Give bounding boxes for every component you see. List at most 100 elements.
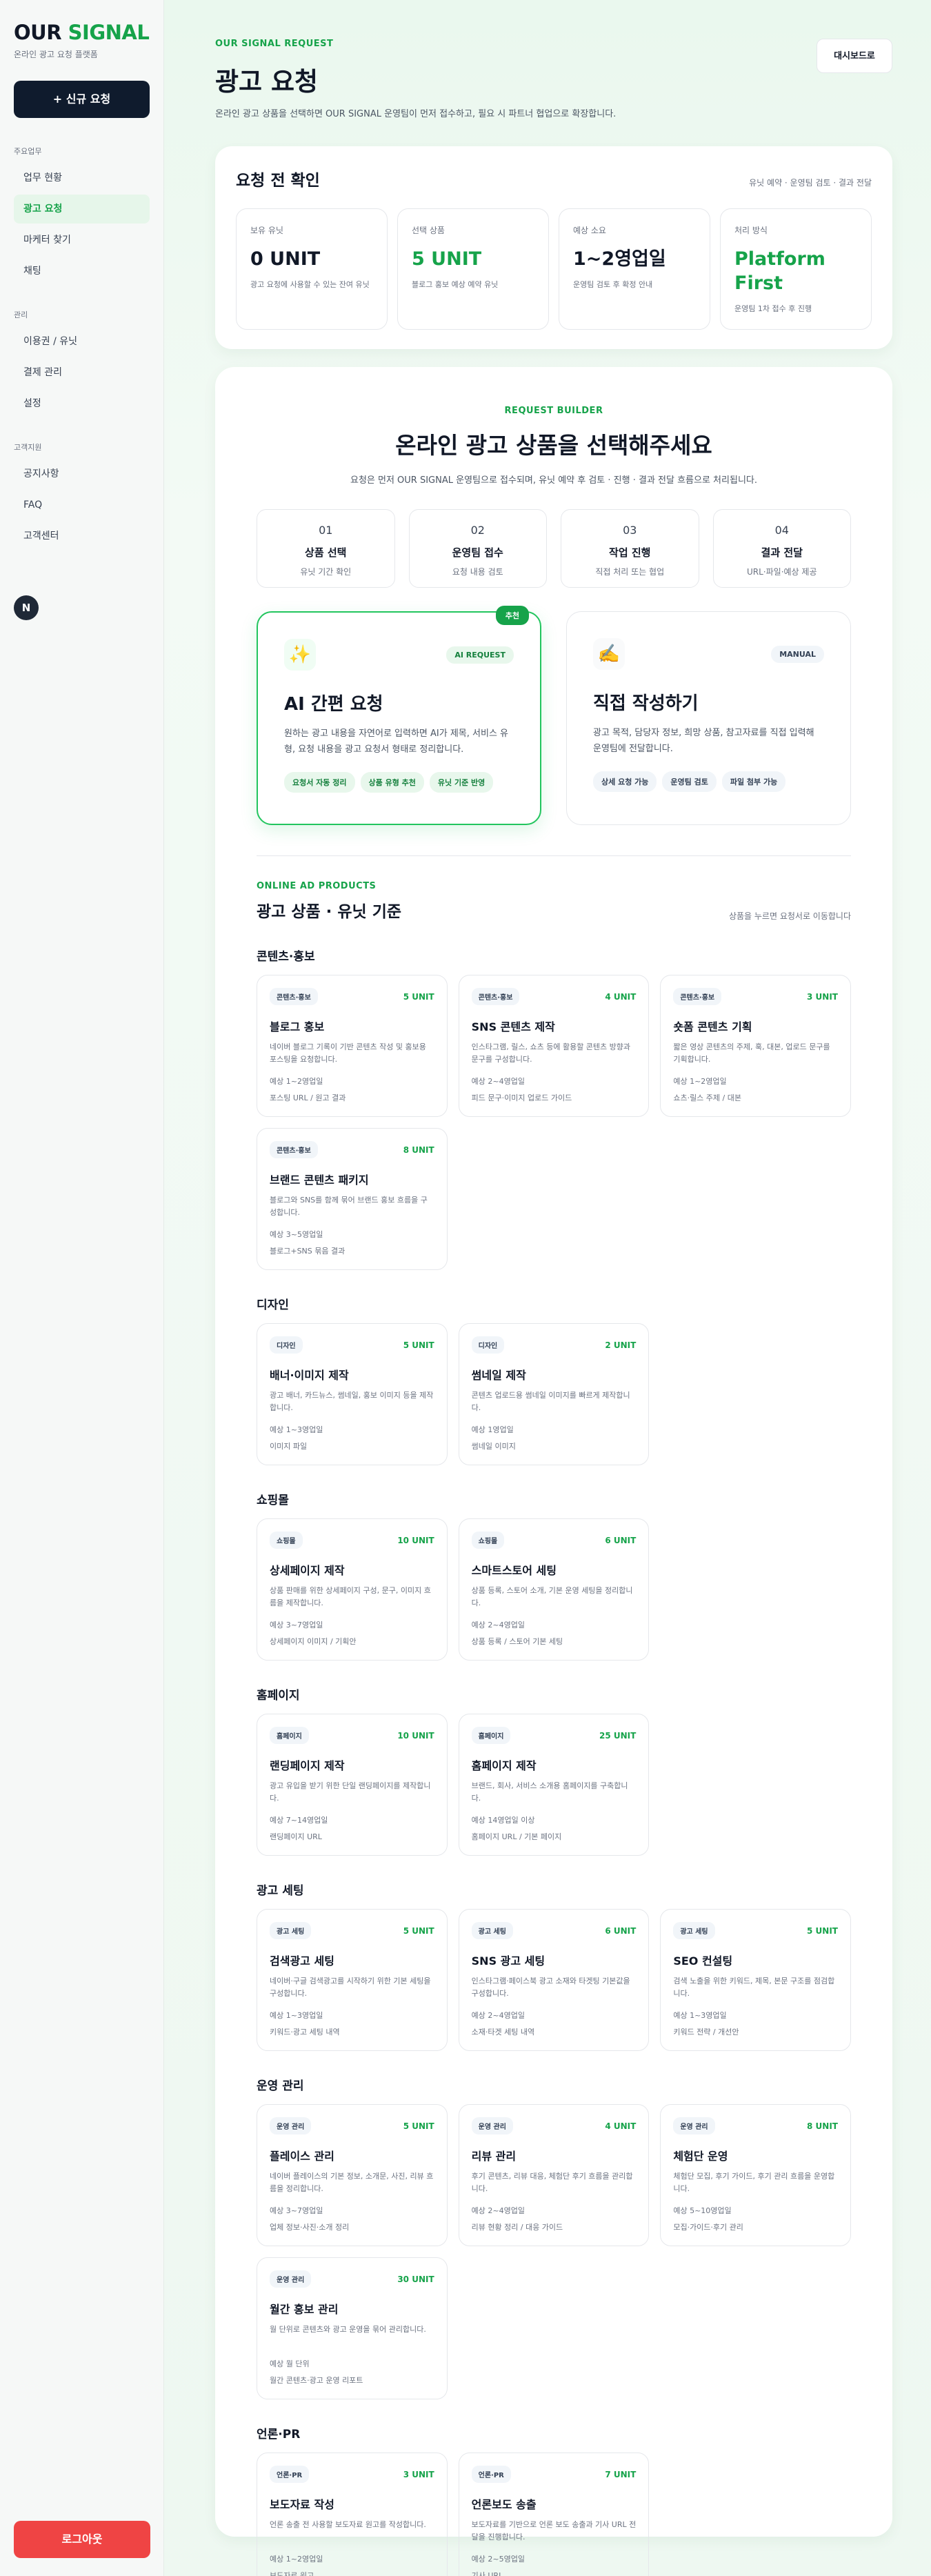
step-title: 운영팀 접수 bbox=[452, 546, 503, 559]
product-description: 상품 등록, 스토어 소개, 기본 운영 세팅을 정리합니다. bbox=[471, 1586, 633, 1607]
option-description: 원하는 광고 내용을 자연어로 입력하면 AI가 제목, 서비스 유형, 요청 … bbox=[284, 729, 508, 755]
product-categories: 콘텐츠·홍보 콘텐츠·홍보 5 UNIT 블로그 홍보 네이버 블로그 기록이 기반 콘… bbox=[257, 947, 851, 2576]
product-card[interactable]: 광고 세팅 5 UNIT 검색광고 세팅 네이버·구글 검색광고를 시작하기 위한 기… bbox=[257, 1909, 448, 2051]
stat-value: 5 UNIT bbox=[412, 248, 482, 270]
avatar[interactable]: N bbox=[14, 595, 39, 620]
product-card[interactable]: 운영 관리 5 UNIT 플레이스 관리 네이버 플레이스의 기본 정보, 소개문, … bbox=[257, 2104, 448, 2246]
product-eta: 예상 14영업일 이상 bbox=[471, 1816, 535, 1825]
sidebar-item[interactable]: 결제 관리 bbox=[14, 358, 150, 387]
product-grid: 홈페이지 10 UNIT 랜딩페이지 제작 광고 유입을 받기 위한 단일 랜딩페이지… bbox=[257, 1714, 851, 1856]
product-eta: 예상 3~7영업일 bbox=[270, 1621, 323, 1629]
ai-request-option[interactable]: 추천 ✨ AI REQUEST AI 간편 요청 원하는 광고 내용을 자연어로… bbox=[257, 606, 541, 825]
product-card-header: 홈페이지 10 UNIT bbox=[270, 1727, 434, 1744]
product-card[interactable]: 운영 관리 4 UNIT 리뷰 관리 후기 콘텐츠, 리뷰 대응, 체험단 후기 흐름… bbox=[458, 2104, 650, 2246]
sidebar-item[interactable]: 이용권 / 유닛 bbox=[14, 327, 150, 356]
option-chip: 유닛 기준 반영 bbox=[429, 771, 494, 793]
dashboard-button[interactable]: 대시보드로 bbox=[817, 39, 892, 73]
product-name: 블로그 홍보 bbox=[270, 1020, 325, 1033]
category-title: 운영 관리 bbox=[257, 2079, 304, 2093]
sidebar-item[interactable]: 업무 현황 bbox=[14, 164, 150, 192]
product-eta: 예상 월 단위 bbox=[270, 2359, 310, 2368]
product-card[interactable]: 콘텐츠·홍보 5 UNIT 블로그 홍보 네이버 블로그 기록이 기반 콘텐츠 작성 … bbox=[257, 975, 448, 1117]
product-card[interactable]: 운영 관리 8 UNIT 체험단 운영 체험단 모집, 후기 가이드, 후기 관리 흐… bbox=[660, 2104, 851, 2246]
product-card[interactable]: 언론·PR 3 UNIT 보도자료 작성 언론 송출 전 사용할 보도자료 원고를 작… bbox=[257, 2453, 448, 2576]
manual-request-option[interactable]: ✍️ MANUAL 직접 작성하기 광고 목적, 담당자 정보, 희망 상품, … bbox=[566, 611, 851, 825]
product-card-header: 운영 관리 8 UNIT bbox=[673, 2117, 838, 2134]
product-name: 브랜드 콘텐츠 패키지 bbox=[270, 1173, 369, 1187]
product-unit: 10 UNIT bbox=[397, 1730, 434, 1741]
product-card[interactable]: 콘텐츠·홍보 4 UNIT SNS 콘텐츠 제작 인스타그램, 릴스, 쇼츠 등에 활… bbox=[458, 975, 650, 1117]
step-description: URL·파일·예상 제공 bbox=[747, 567, 817, 577]
option-title: 직접 작성하기 bbox=[593, 693, 699, 714]
product-name: 리뷰 관리 bbox=[471, 2150, 517, 2163]
product-description: 네이버·구글 검색광고를 시작하기 위한 기본 세팅을 구성합니다. bbox=[270, 1976, 431, 1998]
product-unit: 5 UNIT bbox=[403, 1340, 434, 1350]
process-steps: 01 상품 선택 유닛 기간 확인 02 운영팀 접수 요청 내용 검토 03 작업 진행 직접… bbox=[257, 509, 851, 588]
product-unit: 3 UNIT bbox=[807, 991, 838, 1002]
step-number: 01 bbox=[319, 524, 333, 537]
builder-description: 요청은 먼저 OUR SIGNAL 운영팀으로 접수되며, 유닛 예약 후 검토… bbox=[350, 475, 757, 486]
process-step: 02 운영팀 접수 요청 내용 검토 bbox=[408, 509, 547, 588]
logout-button[interactable]: 로그아웃 bbox=[14, 2521, 150, 2558]
product-name: 월간 홍보 관리 bbox=[270, 2303, 339, 2316]
product-card-header: 광고 세팅 5 UNIT bbox=[270, 1922, 434, 1939]
sidebar-item[interactable]: FAQ bbox=[14, 491, 150, 519]
product-name: 썸네일 제작 bbox=[471, 1369, 526, 1382]
product-name: 상세페이지 제작 bbox=[270, 1564, 345, 1577]
sidebar-item[interactable]: 광고 요청 bbox=[14, 195, 150, 224]
product-output: 월간 콘텐츠·광고 운영 리포트 bbox=[270, 2376, 363, 2385]
divider bbox=[257, 855, 851, 856]
logo-main: OUR bbox=[14, 21, 62, 44]
nav-section-title: 고객지원 bbox=[14, 443, 42, 452]
stat-description: 운영팀 검토 후 확정 안내 bbox=[573, 280, 653, 290]
product-category-tag: 콘텐츠·홍보 bbox=[673, 988, 722, 1005]
pencil-icon: ✍️ bbox=[593, 638, 625, 670]
product-card-header: 운영 관리 30 UNIT bbox=[270, 2270, 434, 2288]
product-card[interactable]: 쇼핑몰 6 UNIT 스마트스토어 세팅 상품 등록, 스토어 소개, 기본 운영 세… bbox=[458, 1518, 650, 1661]
product-card[interactable]: 광고 세팅 5 UNIT SEO 컨설팅 검색 노출을 위한 키워드, 제목, 본문 … bbox=[660, 1909, 851, 2051]
stat-card: 보유 유닛 0 UNIT 광고 요청에 사용할 수 있는 잔여 유닛 bbox=[236, 208, 388, 330]
product-category-tag: 쇼핑몰 bbox=[471, 1532, 505, 1549]
product-name: 배너·이미지 제작 bbox=[270, 1369, 349, 1382]
product-description: 검색 노출을 위한 키워드, 제목, 본문 구조를 점검합니다. bbox=[673, 1976, 835, 1998]
logo[interactable]: OUR SIGNAL bbox=[14, 21, 150, 44]
product-category: 디자인 디자인 5 UNIT 배너·이미지 제작 광고 배너, 카드뉴스, 썸네일, 홍… bbox=[257, 1295, 851, 1465]
product-card[interactable]: 쇼핑몰 10 UNIT 상세페이지 제작 상품 판매를 위한 상세페이지 구성, 문구… bbox=[257, 1518, 448, 1661]
sidebar-item[interactable]: 공지사항 bbox=[14, 459, 150, 488]
product-card[interactable]: 콘텐츠·홍보 8 UNIT 브랜드 콘텐츠 패키지 블로그와 SNS를 함께 묶어 브… bbox=[257, 1128, 448, 1270]
product-card[interactable]: 언론·PR 7 UNIT 언론보도 송출 보도자료를 기반으로 언론 보도 송출과 기… bbox=[458, 2453, 650, 2576]
page-description: 온라인 광고 상품을 선택하면 OUR SIGNAL 운영팀이 먼저 접수하고,… bbox=[215, 109, 617, 119]
sidebar-item[interactable]: 마케터 찾기 bbox=[14, 226, 150, 255]
stat-label: 처리 방식 bbox=[734, 226, 768, 235]
category-title: 홈페이지 bbox=[257, 1689, 300, 1703]
sidebar-item[interactable]: 고객센터 bbox=[14, 522, 150, 551]
product-output: 랜딩페이지 URL bbox=[270, 1832, 322, 1841]
product-card[interactable]: 홈페이지 25 UNIT 홈페이지 제작 브랜드, 회사, 서비스 소개용 홈페이지를… bbox=[458, 1714, 650, 1856]
product-card[interactable]: 콘텐츠·홍보 3 UNIT 숏폼 콘텐츠 기획 짧은 영상 콘텐츠의 주제, 훅, 대… bbox=[660, 975, 851, 1117]
category-title: 광고 세팅 bbox=[257, 1884, 304, 1898]
product-card[interactable]: 홈페이지 10 UNIT 랜딩페이지 제작 광고 유입을 받기 위한 단일 랜딩페이지… bbox=[257, 1714, 448, 1856]
product-category-tag: 운영 관리 bbox=[673, 2117, 715, 2134]
product-description: 짧은 영상 콘텐츠의 주제, 훅, 대본, 업로드 문구를 기획합니다. bbox=[673, 1042, 830, 1064]
product-name: 플레이스 관리 bbox=[270, 2150, 334, 2163]
category-title: 디자인 bbox=[257, 1298, 289, 1312]
product-card-header: 디자인 5 UNIT bbox=[270, 1336, 434, 1354]
stat-card: 예상 소요 1~2영업일 운영팀 검토 후 확정 안내 bbox=[559, 208, 710, 330]
product-card[interactable]: 광고 세팅 6 UNIT SNS 광고 세팅 인스타그램·페이스북 광고 소재와 타겟… bbox=[458, 1909, 650, 2051]
product-card[interactable]: 디자인 2 UNIT 썸네일 제작 콘텐츠 업로드용 썸네일 이미지를 빠르게 제작합… bbox=[458, 1323, 650, 1465]
product-description: 브랜드, 회사, 서비스 소개용 홈페이지를 구축합니다. bbox=[471, 1781, 628, 1803]
product-category: 언론·PR 언론·PR 3 UNIT 보도자료 작성 언론 송출 전 사용할 보도자료 … bbox=[257, 2424, 851, 2576]
step-title: 작업 진행 bbox=[609, 546, 651, 559]
sidebar-item[interactable]: 설정 bbox=[14, 389, 150, 418]
product-card[interactable]: 디자인 5 UNIT 배너·이미지 제작 광고 배너, 카드뉴스, 썸네일, 홍보 이… bbox=[257, 1323, 448, 1465]
sidebar-item[interactable]: 채팅 bbox=[14, 257, 150, 286]
new-request-button[interactable]: + 신규 요청 bbox=[14, 81, 150, 118]
product-grid: 디자인 5 UNIT 배너·이미지 제작 광고 배너, 카드뉴스, 썸네일, 홍보 이… bbox=[257, 1323, 851, 1465]
product-eta: 예상 2~4영업일 bbox=[471, 2011, 525, 2020]
product-category-tag: 콘텐츠·홍보 bbox=[471, 988, 520, 1005]
product-card[interactable]: 운영 관리 30 UNIT 월간 홍보 관리 월 단위로 콘텐츠와 광고 운영을 묶어… bbox=[257, 2257, 448, 2399]
product-eta: 예상 7~14영업일 bbox=[270, 1816, 328, 1825]
nav-section: 주요업무 업무 현황 광고 요청 마케터 찾기 채팅 bbox=[14, 146, 150, 286]
product-grid: 광고 세팅 5 UNIT 검색광고 세팅 네이버·구글 검색광고를 시작하기 위한 기… bbox=[257, 1909, 851, 2051]
product-eta: 예상 5~10영업일 bbox=[673, 2206, 732, 2215]
